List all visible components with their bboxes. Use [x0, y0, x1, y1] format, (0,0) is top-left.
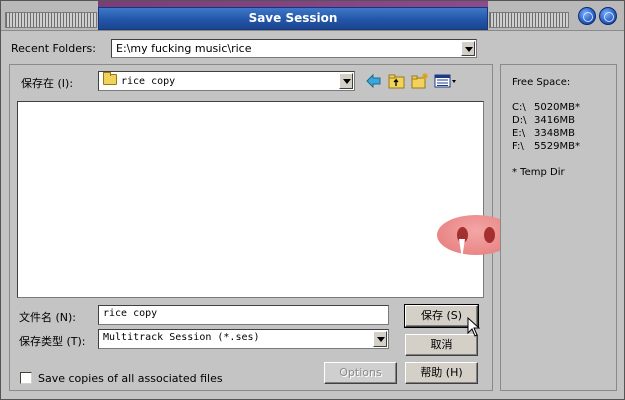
- chevron-down-icon[interactable]: [339, 73, 353, 89]
- file-type-label: 保存类型 (T):: [19, 335, 86, 348]
- recent-folders-value: E:\my fucking music\rice: [116, 42, 252, 55]
- drive-c-label: C:\: [512, 102, 526, 113]
- minimize-button[interactable]: [578, 7, 596, 25]
- save-in-value: rice copy: [121, 76, 176, 87]
- title-bar[interactable]: Save Session: [1, 1, 624, 31]
- save-in-label: 保存在 (I):: [21, 77, 74, 90]
- drive-f-label: F:\: [512, 141, 524, 152]
- title-grip-right: [489, 12, 569, 28]
- options-button[interactable]: Options: [324, 362, 397, 384]
- cancel-button[interactable]: 取消: [405, 334, 478, 356]
- file-list[interactable]: [17, 101, 484, 298]
- file-name-input[interactable]: rice copy: [98, 305, 389, 325]
- temp-dir-note: * Temp Dir: [512, 167, 565, 178]
- window-title: Save Session: [248, 11, 338, 25]
- chevron-down-icon[interactable]: [373, 331, 387, 347]
- help-button[interactable]: 帮助 (H): [405, 362, 478, 384]
- free-space-panel: [500, 64, 617, 391]
- file-type-value: Multitrack Session (*.ses): [103, 332, 260, 343]
- file-type-dropdown[interactable]: Multitrack Session (*.ses): [98, 329, 389, 349]
- chevron-down-icon[interactable]: [461, 41, 475, 56]
- recent-folders-label: Recent Folders:: [11, 42, 96, 55]
- title-grip-left: [5, 12, 97, 28]
- drive-f-space: 5529MB*: [534, 141, 580, 152]
- mouse-cursor-icon: [467, 317, 481, 337]
- save-session-dialog: Save Session Recent Folders: E:\my fucki…: [0, 0, 625, 400]
- file-name-label: 文件名 (N):: [19, 311, 77, 324]
- back-arrow-icon[interactable]: [365, 72, 383, 90]
- up-folder-icon[interactable]: [388, 72, 406, 90]
- drive-e-label: E:\: [512, 128, 526, 139]
- drive-d-label: D:\: [512, 115, 527, 126]
- drive-c-space: 5020MB*: [534, 102, 580, 113]
- save-copies-checkbox[interactable]: [20, 372, 32, 384]
- folder-icon: [103, 72, 117, 85]
- new-folder-icon[interactable]: [411, 72, 429, 90]
- file-name-value: rice copy: [103, 308, 158, 319]
- save-copies-label: Save copies of all associated files: [38, 372, 223, 385]
- drive-e-space: 3348MB: [534, 128, 575, 139]
- save-in-dropdown[interactable]: rice copy: [98, 71, 355, 91]
- drive-d-space: 3416MB: [534, 115, 575, 126]
- title-panel: Save Session: [98, 7, 488, 30]
- right-nostril: [484, 227, 495, 243]
- free-space-title: Free Space:: [512, 77, 571, 88]
- recent-folders-dropdown[interactable]: E:\my fucking music\rice: [111, 39, 477, 58]
- close-button[interactable]: [599, 7, 617, 25]
- view-menu-icon[interactable]: [434, 72, 458, 90]
